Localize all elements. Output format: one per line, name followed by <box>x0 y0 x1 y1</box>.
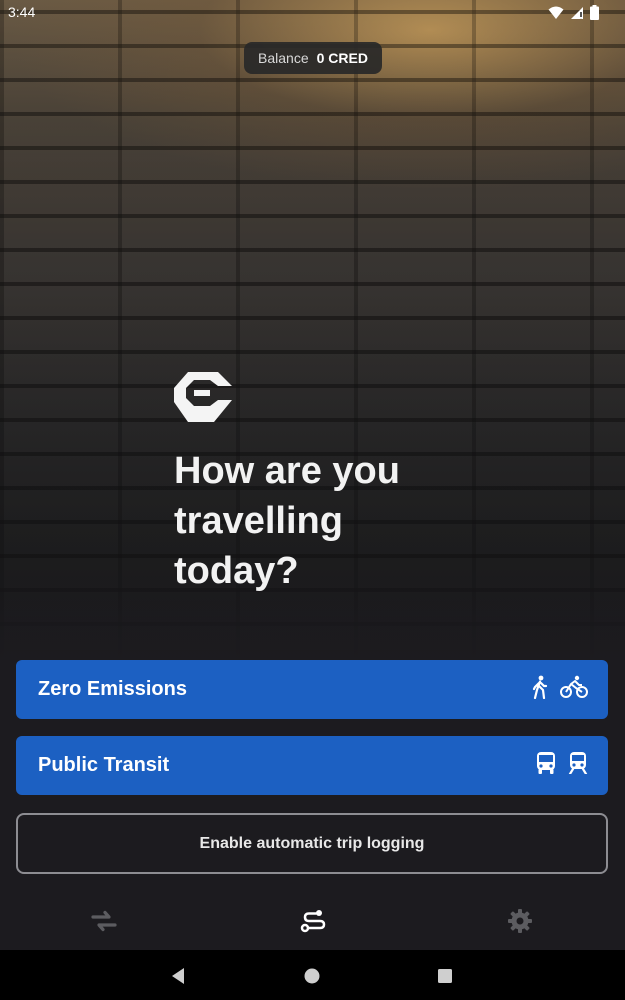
home-icon[interactable] <box>301 965 323 987</box>
walk-icon <box>532 675 548 704</box>
page-title: How are you travelling today? <box>174 450 400 592</box>
enable-trip-logging-button[interactable]: Enable automatic trip logging <box>16 813 608 874</box>
bus-icon <box>536 752 556 779</box>
zero-emissions-icons <box>532 675 588 704</box>
system-navigation-bar <box>0 950 625 1000</box>
gear-icon[interactable] <box>505 906 535 936</box>
public-transit-icons <box>536 752 588 779</box>
zero-emissions-button[interactable]: Zero Emissions <box>16 660 608 719</box>
status-icons <box>548 5 599 25</box>
route-icon[interactable] <box>298 906 328 936</box>
balance-value: 0 CRED <box>316 50 368 66</box>
bottom-navigation <box>0 890 625 950</box>
bike-icon <box>560 675 588 704</box>
swap-icon[interactable] <box>89 906 119 936</box>
balance-label: Balance <box>258 50 309 66</box>
wifi-icon <box>548 6 564 25</box>
zero-emissions-label: Zero Emissions <box>38 678 187 700</box>
back-icon[interactable] <box>167 965 189 987</box>
status-bar: 3:44 <box>0 0 625 26</box>
balance-pill[interactable]: Balance 0 CRED <box>244 42 382 74</box>
app-logo <box>174 372 232 422</box>
status-time: 3:44 <box>8 4 36 20</box>
train-icon <box>568 752 588 779</box>
recents-icon[interactable] <box>434 965 456 987</box>
battery-icon <box>590 5 599 25</box>
public-transit-button[interactable]: Public Transit <box>16 736 608 795</box>
signal-icon <box>570 6 584 25</box>
public-transit-label: Public Transit <box>38 754 170 776</box>
